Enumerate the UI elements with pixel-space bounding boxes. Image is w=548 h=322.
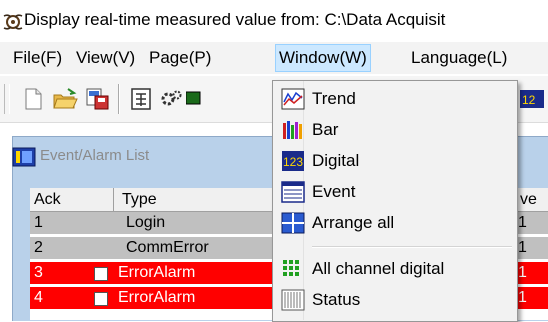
app-logo-icon — [3, 14, 23, 30]
new-file-icon[interactable] — [20, 86, 46, 112]
menu-page[interactable]: Page(P) — [146, 47, 214, 69]
save-icon[interactable] — [84, 86, 110, 112]
display-icon[interactable] — [186, 86, 212, 112]
menu-item-bar[interactable]: Bar — [312, 117, 338, 143]
ack-checkbox[interactable] — [94, 267, 108, 281]
cell-value: 1 — [518, 214, 527, 231]
cell-type: Login — [126, 214, 166, 231]
menu-window[interactable]: Window(W) — [275, 44, 371, 72]
window-title: Display real-time measured value from: C… — [24, 10, 446, 29]
calculator-icon[interactable] — [128, 86, 154, 112]
svg-text:123: 123 — [283, 155, 303, 169]
arrange-windows-icon — [281, 212, 305, 234]
menu-separator — [312, 246, 512, 248]
column-header-type[interactable]: Type — [114, 188, 294, 212]
toolbar-separator — [118, 84, 120, 114]
window-menu-dropdown — [272, 80, 518, 322]
column-header-value[interactable]: ve — [516, 188, 548, 212]
menu-item-all-channel-digital[interactable]: All channel digital — [312, 256, 444, 282]
event-list-icon — [281, 181, 305, 203]
digital-display-icon: 123 — [282, 151, 304, 171]
cell-type: ErrorAlarm — [118, 289, 196, 306]
cell-value: 1 — [518, 289, 527, 306]
menu-item-digital[interactable]: Digital — [312, 148, 359, 174]
event-list-window-icon — [12, 147, 36, 167]
cell-value: 1 — [518, 264, 527, 281]
all-channel-digital-icon — [283, 260, 299, 276]
menu-item-arrange-all[interactable]: Arrange all — [312, 210, 394, 236]
menu-file[interactable]: File(F) — [10, 47, 65, 69]
cell-type: ErrorAlarm — [118, 264, 196, 281]
cell-value: 1 — [518, 239, 527, 256]
digital-icon[interactable]: 12 — [518, 86, 544, 112]
cell-ack: 1 — [34, 214, 43, 231]
child-window-title: Event/Alarm List — [40, 147, 150, 164]
bar-chart-icon — [283, 121, 302, 139]
menu-item-event[interactable]: Event — [312, 179, 355, 205]
column-header-ack[interactable]: Ack — [30, 188, 114, 212]
menu-item-status[interactable]: Status — [312, 287, 360, 313]
open-folder-icon[interactable] — [52, 86, 78, 112]
cell-ack: 2 — [34, 239, 43, 256]
status-icon — [281, 289, 305, 311]
svg-text:12: 12 — [522, 93, 536, 107]
ack-checkbox[interactable] — [94, 292, 108, 306]
gear-icon[interactable] — [158, 86, 184, 112]
trend-chart-icon — [281, 88, 305, 110]
menu-language[interactable]: Language(L) — [408, 47, 510, 69]
menu-view[interactable]: View(V) — [73, 47, 138, 69]
cell-type: CommError — [126, 239, 209, 256]
toolbar-grip[interactable] — [4, 84, 10, 114]
menu-item-trend[interactable]: Trend — [312, 86, 356, 112]
